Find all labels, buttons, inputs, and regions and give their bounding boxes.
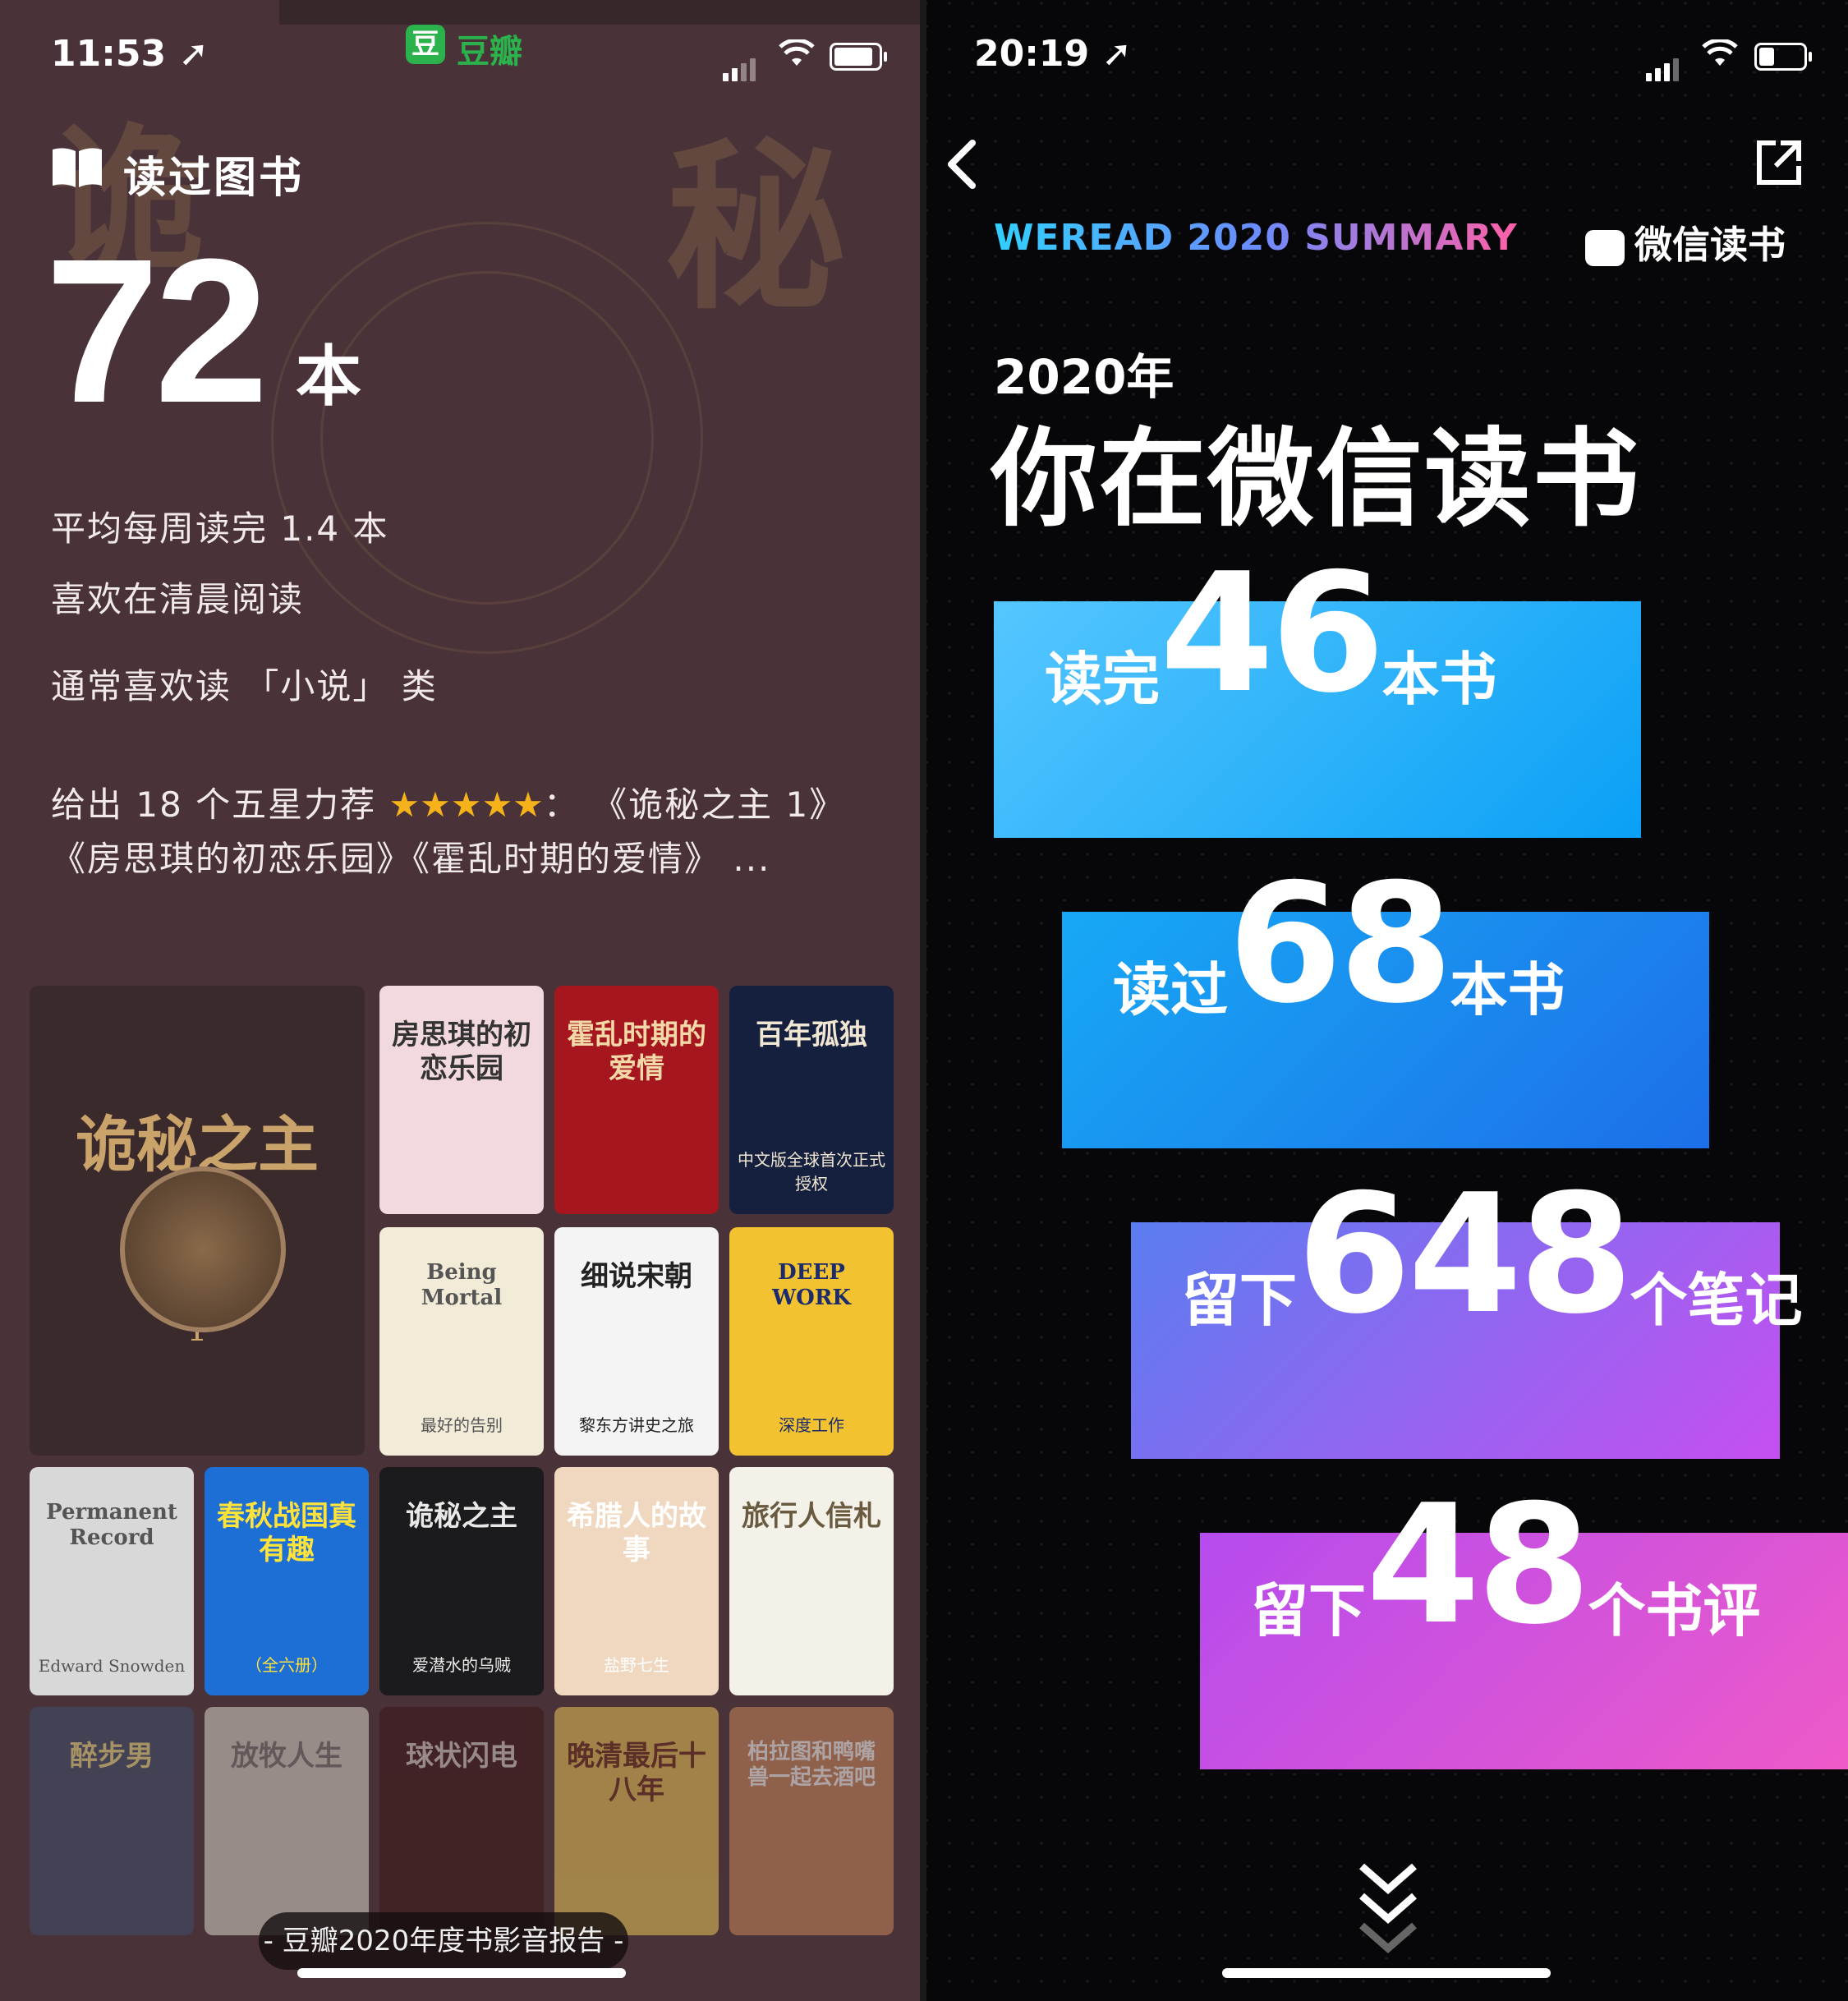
weread-brand: 微信读书 [1585, 215, 1786, 269]
book-cover-title: 霍乱时期的爱情 [567, 1019, 706, 1085]
book-cover-subtitle: 盐野七生 [604, 1655, 669, 1675]
open-book-icon [53, 148, 102, 187]
back-chevron-icon[interactable] [943, 140, 979, 189]
weread-logo-icon [1585, 229, 1625, 266]
book-cover-title: Permanent Record [46, 1500, 177, 1551]
background-art-top [279, 0, 923, 25]
section-title: 读过图书 [123, 154, 305, 203]
share-icon[interactable] [1754, 138, 1804, 187]
stat-card-text: 留下648个笔记 [1182, 1173, 1802, 1337]
book-cover-title: 球状闪电 [406, 1740, 517, 1773]
stat-label-suffix: 个笔记 [1630, 1267, 1803, 1334]
summary-label: WEREAD 2020 SUMMARY [994, 217, 1518, 259]
stat-label-prefix: 读过 [1113, 956, 1228, 1024]
summary-text: WEREAD 2020 SUMMARY [994, 217, 1518, 259]
books-read-unit: 本 [296, 338, 361, 415]
stat-label-prefix: 读完 [1045, 646, 1160, 713]
panel-divider [920, 0, 926, 2001]
book-cover-subtitle: Edward Snowden [38, 1656, 186, 1676]
book-cover[interactable]: 春秋战国真有趣 （全六册） [205, 1467, 369, 1695]
wifi-icon [1702, 38, 1738, 71]
book-cover-title: 晚清最后十八年 [567, 1740, 706, 1806]
battery-icon [1754, 43, 1812, 71]
book-cover[interactable]: 霍乱时期的爱情 [554, 986, 719, 1214]
book-cover-title: 细说宋朝 [581, 1260, 692, 1293]
background-art-ring [320, 271, 654, 605]
book-cover[interactable]: DEEP WORK 深度工作 [729, 1227, 894, 1456]
stat-label-suffix: 本书 [1381, 646, 1497, 713]
scroll-down-icon[interactable] [1355, 1860, 1421, 1966]
book-cover-subtitle: （全六册） [246, 1655, 328, 1675]
five-star-recommendations: 给出 18 个五星力荐 ★★★★★： 《诡秘之主 1》 [51, 777, 845, 827]
book-cover-title: 醉步男 [70, 1740, 154, 1773]
cellular-signal-icon [723, 39, 759, 81]
book-cover-title: 柏拉图和鸭嘴兽一起去酒吧 [747, 1740, 876, 1791]
weread-brand-name: 微信读书 [1634, 223, 1786, 267]
book-cover-title: 诡秘之主 [406, 1500, 517, 1533]
stat-label-prefix: 留下 [1182, 1267, 1297, 1334]
book-cover[interactable]: 球状闪电 [379, 1707, 544, 1935]
stat-label-suffix: 本书 [1450, 956, 1565, 1024]
stat-number: 648 [1297, 1159, 1633, 1350]
book-cover-subtitle: 深度工作 [779, 1415, 844, 1435]
book-cover[interactable]: 诡秘之主1 [30, 986, 365, 1456]
book-cover-title: 百年孤独 [756, 1019, 867, 1051]
headline: 你在微信读书 [991, 416, 1642, 541]
stat-number: 46 [1160, 538, 1385, 729]
stat-weekly: 平均每周读完 1.4 本 [51, 508, 389, 549]
book-cover-title: 放牧人生 [231, 1740, 342, 1773]
book-cover-title: 房思琪的初恋乐园 [392, 1019, 531, 1085]
recommend-prefix: 给出 18 个五星力荐 [51, 784, 389, 825]
book-cover[interactable]: 晚清最后十八年 [554, 1707, 719, 1935]
book-cover-subtitle: 爱潜水的乌贼 [412, 1655, 511, 1675]
book-cover[interactable]: 希腊人的故事盐野七生 [554, 1467, 719, 1695]
douban-app-name: 豆瓣 [457, 33, 522, 71]
stat-label-suffix: 个书评 [1588, 1577, 1761, 1644]
status-time: 20:19 ➚ [974, 33, 1133, 75]
book-cover[interactable]: 百年孤独中文版全球首次正式授权 [729, 986, 894, 1214]
book-cover-title: 春秋战国真有趣 [217, 1500, 356, 1566]
book-cover[interactable]: 放牧人生 [205, 1707, 369, 1935]
stat-genre: 通常喜欢读 「小说」 类 [51, 666, 438, 706]
book-cover[interactable]: 房思琪的初恋乐园 [379, 986, 544, 1214]
stat-card-text: 留下48个书评 [1251, 1484, 1760, 1648]
stat-number: 48 [1366, 1470, 1591, 1661]
book-cover-subtitle: 最好的告别 [421, 1415, 503, 1435]
book-cover-title: 旅行人信札 [742, 1500, 881, 1533]
home-indicator[interactable] [297, 1968, 626, 1978]
book-cover[interactable]: Being Mortal 最好的告别 [379, 1227, 544, 1456]
books-read-count: 72 [45, 216, 269, 445]
stat-label-prefix: 留下 [1251, 1577, 1366, 1644]
stat-card-text: 读完46本书 [1045, 552, 1496, 716]
stat-number: 68 [1228, 849, 1453, 1040]
recommend-more-titles: 《房思琪的初恋乐园》《霍乱时期的爱情》 ... [51, 839, 771, 879]
douban-report-link[interactable]: - 豆瓣2020年度书影音报告 - [259, 1912, 628, 1970]
book-cover[interactable]: 醉步男 [30, 1707, 194, 1935]
book-cover-title: 希腊人的故事 [567, 1500, 706, 1566]
book-cover-title: DEEP WORK [771, 1260, 852, 1311]
wifi-icon [779, 38, 815, 75]
battery-icon [830, 43, 887, 71]
recommend-first-title: ： 《诡秘之主 1》 [543, 784, 846, 825]
status-time: 11:53 ➚ [51, 33, 209, 75]
book-cover-subtitle: 中文版全球首次正式授权 [738, 1150, 885, 1194]
douban-logo-icon: 豆 [406, 25, 445, 64]
book-cover[interactable]: 柏拉图和鸭嘴兽一起去酒吧 [729, 1707, 894, 1935]
stat-time-of-day: 喜欢在清晨阅读 [51, 579, 305, 619]
book-cover-subtitle: 黎东方讲史之旅 [579, 1415, 694, 1435]
five-star-icon: ★★★★★ [388, 784, 544, 825]
book-cover[interactable]: 旅行人信札 [729, 1467, 894, 1695]
background-art-char: 秘 [665, 121, 847, 334]
book-cover-title: Being Mortal [421, 1260, 503, 1311]
book-cover[interactable]: 诡秘之主爱潜水的乌贼 [379, 1467, 544, 1695]
book-cover[interactable]: 细说宋朝黎东方讲史之旅 [554, 1227, 719, 1456]
home-indicator[interactable] [1222, 1968, 1551, 1978]
cellular-signal-icon [1646, 39, 1682, 81]
cover-emblem [120, 1166, 286, 1332]
stat-card-text: 读过68本书 [1113, 862, 1565, 1027]
book-cover[interactable]: Permanent Record Edward Snowden [30, 1467, 194, 1695]
